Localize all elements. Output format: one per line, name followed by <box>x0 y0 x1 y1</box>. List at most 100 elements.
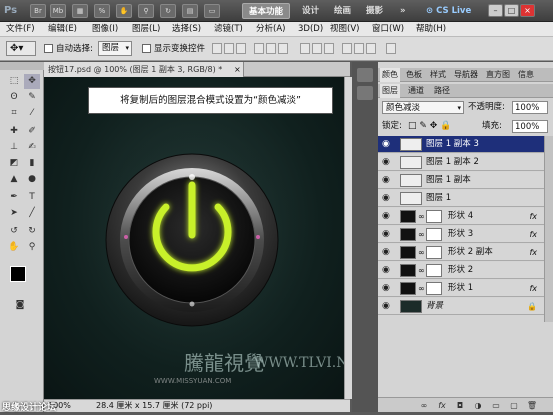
workspace-photography[interactable]: 摄影 <box>360 3 389 19</box>
auto-select-dropdown[interactable]: 图层 ▾ <box>98 41 132 56</box>
layer-row[interactable]: ◉ 图层 1 副本 3 <box>378 136 553 153</box>
layer-row[interactable]: ◉ 背景 🔒 <box>378 298 553 315</box>
eye-icon[interactable]: ◉ <box>382 300 394 312</box>
layer-row[interactable]: ◉ 图层 1 副本 <box>378 172 553 189</box>
crop-tool-icon[interactable]: ⌗ <box>6 106 22 121</box>
eye-icon[interactable]: ◉ <box>382 156 394 168</box>
eye-icon[interactable]: ◉ <box>382 282 394 294</box>
hand-tool-icon[interactable]: ✋ <box>116 4 132 18</box>
healing-brush-tool-icon[interactable]: ✚ <box>6 124 22 139</box>
layer-row[interactable]: ◉ 图层 1 <box>378 190 553 207</box>
history-brush-tool-icon[interactable]: ✍ <box>24 140 40 155</box>
quick-select-tool-icon[interactable]: ✎ <box>24 90 40 105</box>
menu-filter[interactable]: 滤镜(T) <box>214 22 243 37</box>
tab-swatches[interactable]: 色板 <box>404 68 424 82</box>
eye-icon[interactable]: ◉ <box>382 174 394 186</box>
fx-icon[interactable]: fx <box>436 400 448 411</box>
tab-histogram[interactable]: 直方图 <box>484 68 512 82</box>
fx-icon[interactable]: fx <box>529 280 537 297</box>
rotate-view-icon[interactable]: ↻ <box>160 4 176 18</box>
adjustment-icon[interactable]: ◑ <box>472 400 484 411</box>
distribute-bottom-icon[interactable] <box>324 43 334 54</box>
show-transform-checkbox[interactable] <box>142 44 151 53</box>
menu-image[interactable]: 图像(I) <box>92 22 118 37</box>
vertical-scrollbar[interactable] <box>344 77 352 399</box>
align-top-icon[interactable] <box>212 43 222 54</box>
pen-tool-icon[interactable]: ✒ <box>6 190 22 205</box>
tab-layers[interactable]: 图层 <box>380 84 400 98</box>
layer-row[interactable]: ◉ ∞ 形状 1 fx <box>378 280 553 297</box>
tab-info[interactable]: 信息 <box>516 68 536 82</box>
menu-help[interactable]: 帮助(H) <box>416 22 446 37</box>
menu-edit[interactable]: 编辑(E) <box>48 22 77 37</box>
fx-icon[interactable]: fx <box>529 226 537 243</box>
workspace-painting[interactable]: 绘画 <box>328 3 357 19</box>
minimize-button[interactable]: – <box>488 4 503 17</box>
menu-file[interactable]: 文件(F) <box>6 22 35 37</box>
menu-window[interactable]: 窗口(W) <box>372 22 404 37</box>
opacity-field[interactable]: 100% <box>512 101 548 114</box>
auto-align-icon[interactable] <box>386 43 396 54</box>
type-tool-icon[interactable]: T <box>24 190 40 205</box>
fx-icon[interactable]: fx <box>529 244 537 261</box>
trash-icon[interactable]: 🗑 <box>526 400 538 411</box>
dock-icon[interactable] <box>357 68 373 82</box>
zoom-tool-icon[interactable]: ⚲ <box>24 240 40 255</box>
new-layer-icon[interactable]: ▢ <box>508 400 520 411</box>
3d-rotate-tool-icon[interactable]: ↺ <box>6 224 22 239</box>
workspace-design[interactable]: 设计 <box>296 3 325 19</box>
tab-paths[interactable]: 路径 <box>432 84 452 98</box>
eraser-tool-icon[interactable]: ◩ <box>6 156 22 171</box>
gradient-tool-icon[interactable]: ▮ <box>24 156 40 171</box>
tab-channels[interactable]: 通道 <box>406 84 426 98</box>
move-tool-icon[interactable]: ✥ <box>24 74 40 89</box>
blend-mode-dropdown[interactable]: 颜色减淡 ▾ <box>382 101 464 114</box>
hand-tool-icon[interactable]: ✋ <box>6 240 22 255</box>
align-bottom-icon[interactable] <box>236 43 246 54</box>
eye-icon[interactable]: ◉ <box>382 138 394 150</box>
cs-live-button[interactable]: ⊙ CS Live <box>420 3 477 19</box>
close-button[interactable]: × <box>520 4 535 17</box>
arrange-docs-icon[interactable]: ▤ <box>182 4 198 18</box>
tab-color[interactable]: 颜色 <box>380 68 400 82</box>
layer-row[interactable]: ◉ ∞ 形状 2 副本 fx <box>378 244 553 261</box>
zoom-tool-icon[interactable]: ⚲ <box>138 4 154 18</box>
fill-field[interactable]: 100% <box>512 120 548 133</box>
lock-icons[interactable]: □ ✎ ✥ 🔒 <box>408 120 451 133</box>
workspace-more[interactable]: » <box>394 3 412 19</box>
3d-orbit-tool-icon[interactable]: ↻ <box>24 224 40 239</box>
view-extras-icon[interactable]: ▦ <box>72 4 88 18</box>
eye-icon[interactable]: ◉ <box>382 192 394 204</box>
eye-icon[interactable]: ◉ <box>382 264 394 276</box>
marquee-tool-icon[interactable]: ⬚ <box>6 74 22 89</box>
layer-row[interactable]: ◉ ∞ 形状 2 <box>378 262 553 279</box>
eye-icon[interactable]: ◉ <box>382 246 394 258</box>
bridge-button[interactable]: Br <box>30 4 46 18</box>
distribute-right-icon[interactable] <box>366 43 376 54</box>
align-hcenter-icon[interactable] <box>266 43 276 54</box>
tool-preset-picker[interactable]: ✥▾ <box>6 41 36 56</box>
close-tab-icon[interactable]: × <box>234 62 241 77</box>
blur-tool-icon[interactable]: ▲ <box>6 172 22 187</box>
path-select-tool-icon[interactable]: ➤ <box>6 206 22 221</box>
mask-icon[interactable]: ◘ <box>454 400 466 411</box>
screen-mode-icon[interactable]: ▭ <box>204 4 220 18</box>
align-vcenter-icon[interactable] <box>224 43 234 54</box>
clone-stamp-tool-icon[interactable]: ⊥ <box>6 140 22 155</box>
zoom-level-icon[interactable]: % <box>94 4 110 18</box>
menu-view[interactable]: 视图(V) <box>330 22 359 37</box>
workspace-essentials[interactable]: 基本功能 <box>242 3 291 19</box>
minibridge-button[interactable]: Mb <box>50 4 66 18</box>
quick-mask-icon[interactable]: ◙ <box>12 298 28 313</box>
menu-layer[interactable]: 图层(L) <box>132 22 160 37</box>
document-tab[interactable]: 按钮17.psd @ 100% (图层 1 副本 3, RGB/8) * × <box>44 62 244 77</box>
foreground-color-swatch[interactable] <box>10 266 26 282</box>
eye-icon[interactable]: ◉ <box>382 210 394 222</box>
menu-select[interactable]: 选择(S) <box>172 22 201 37</box>
menu-3d[interactable]: 3D(D) <box>298 22 323 37</box>
layer-row[interactable]: ◉ ∞ 形状 4 fx <box>378 208 553 225</box>
fx-icon[interactable]: fx <box>529 208 537 225</box>
tab-styles[interactable]: 样式 <box>428 68 448 82</box>
distribute-top-icon[interactable] <box>300 43 310 54</box>
brush-tool-icon[interactable]: ✐ <box>24 124 40 139</box>
